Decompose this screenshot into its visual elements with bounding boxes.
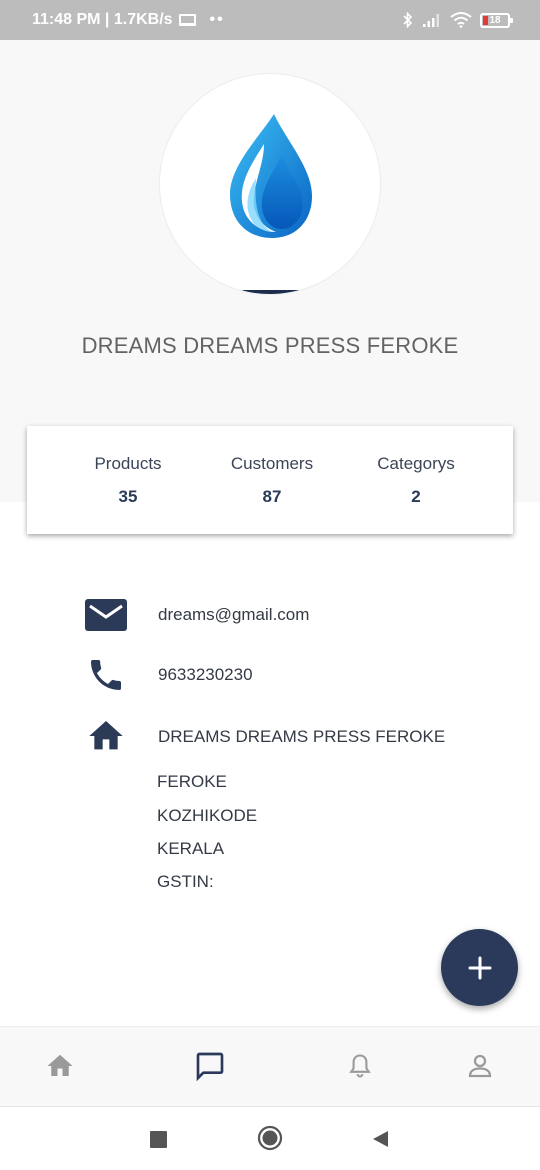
- plus-icon: [468, 956, 491, 979]
- battery-level: 18: [489, 14, 501, 26]
- stat-products[interactable]: Products 35: [83, 454, 173, 507]
- recents-button[interactable]: [146, 1127, 170, 1151]
- address-line-city: FEROKE: [157, 772, 227, 791]
- profile-icon: [468, 1054, 492, 1078]
- business-logo[interactable]: [159, 73, 381, 295]
- signal-icon: [423, 14, 439, 27]
- phone-text: 9633230230: [158, 665, 253, 684]
- email-row[interactable]: dreams@gmail.com: [0, 595, 540, 635]
- address-line-state: KERALA: [157, 839, 225, 858]
- email-icon: [84, 595, 128, 635]
- bottom-navigation: [0, 1026, 540, 1106]
- add-fab-button[interactable]: [441, 929, 518, 1006]
- email-text: dreams@gmail.com: [158, 605, 310, 624]
- home-address-icon: [84, 716, 128, 756]
- bluetooth-icon: [403, 11, 413, 29]
- circle-home-icon: [257, 1125, 283, 1151]
- address-row: DREAMS DREAMS PRESS FEROKE: [0, 716, 540, 756]
- stats-card: Products 35 Customers 87 Categorys 2: [27, 426, 513, 534]
- battery-icon: 18: [480, 12, 513, 28]
- stat-categorys[interactable]: Categorys 2: [367, 454, 465, 507]
- nav-chat[interactable]: [193, 1049, 227, 1083]
- bell-icon: [349, 1054, 371, 1078]
- address-name-text: DREAMS DREAMS PRESS FEROKE: [158, 727, 446, 746]
- laptop-icon: [178, 14, 196, 26]
- status-right: 18: [402, 11, 513, 29]
- square-icon: [149, 1130, 167, 1148]
- wifi-icon: [450, 12, 472, 28]
- home-icon: [47, 1054, 73, 1076]
- system-navigation-bar: [0, 1106, 540, 1170]
- home-system-button[interactable]: [257, 1125, 283, 1151]
- back-button[interactable]: [368, 1127, 392, 1151]
- status-bar: 11:48 PM | 1.7KB/s •• 18: [0, 0, 540, 40]
- business-name: DREAMS DREAMS PRESS FEROKE: [81, 333, 459, 358]
- stat-categorys-label: Categorys: [377, 454, 455, 473]
- phone-row[interactable]: 9633230230: [0, 655, 540, 695]
- back-triangle-icon: [373, 1131, 388, 1147]
- stat-products-label: Products: [94, 454, 162, 473]
- nav-profile[interactable]: [463, 1049, 497, 1083]
- phone-icon: [84, 655, 128, 695]
- water-drop-logo-icon: [230, 114, 312, 238]
- address-line-gstin: GSTIN:: [157, 872, 214, 891]
- notification-dots: ••: [209, 11, 225, 28]
- stat-customers-label: Customers: [230, 454, 314, 473]
- nav-home[interactable]: [43, 1049, 77, 1083]
- chat-icon: [196, 1052, 224, 1082]
- stat-customers-value: 87: [262, 487, 282, 506]
- status-time: 11:48 PM | 1.7KB/s: [32, 11, 173, 28]
- stat-customers[interactable]: Customers 87: [222, 454, 322, 507]
- stat-products-value: 35: [118, 487, 138, 506]
- stat-categorys-value: 2: [411, 487, 421, 506]
- address-line-district: KOZHIKODE: [157, 806, 258, 825]
- status-left: 11:48 PM | 1.7KB/s ••: [32, 11, 225, 29]
- logo-bottom-accent: [240, 290, 302, 294]
- nav-notifications[interactable]: [343, 1049, 377, 1083]
